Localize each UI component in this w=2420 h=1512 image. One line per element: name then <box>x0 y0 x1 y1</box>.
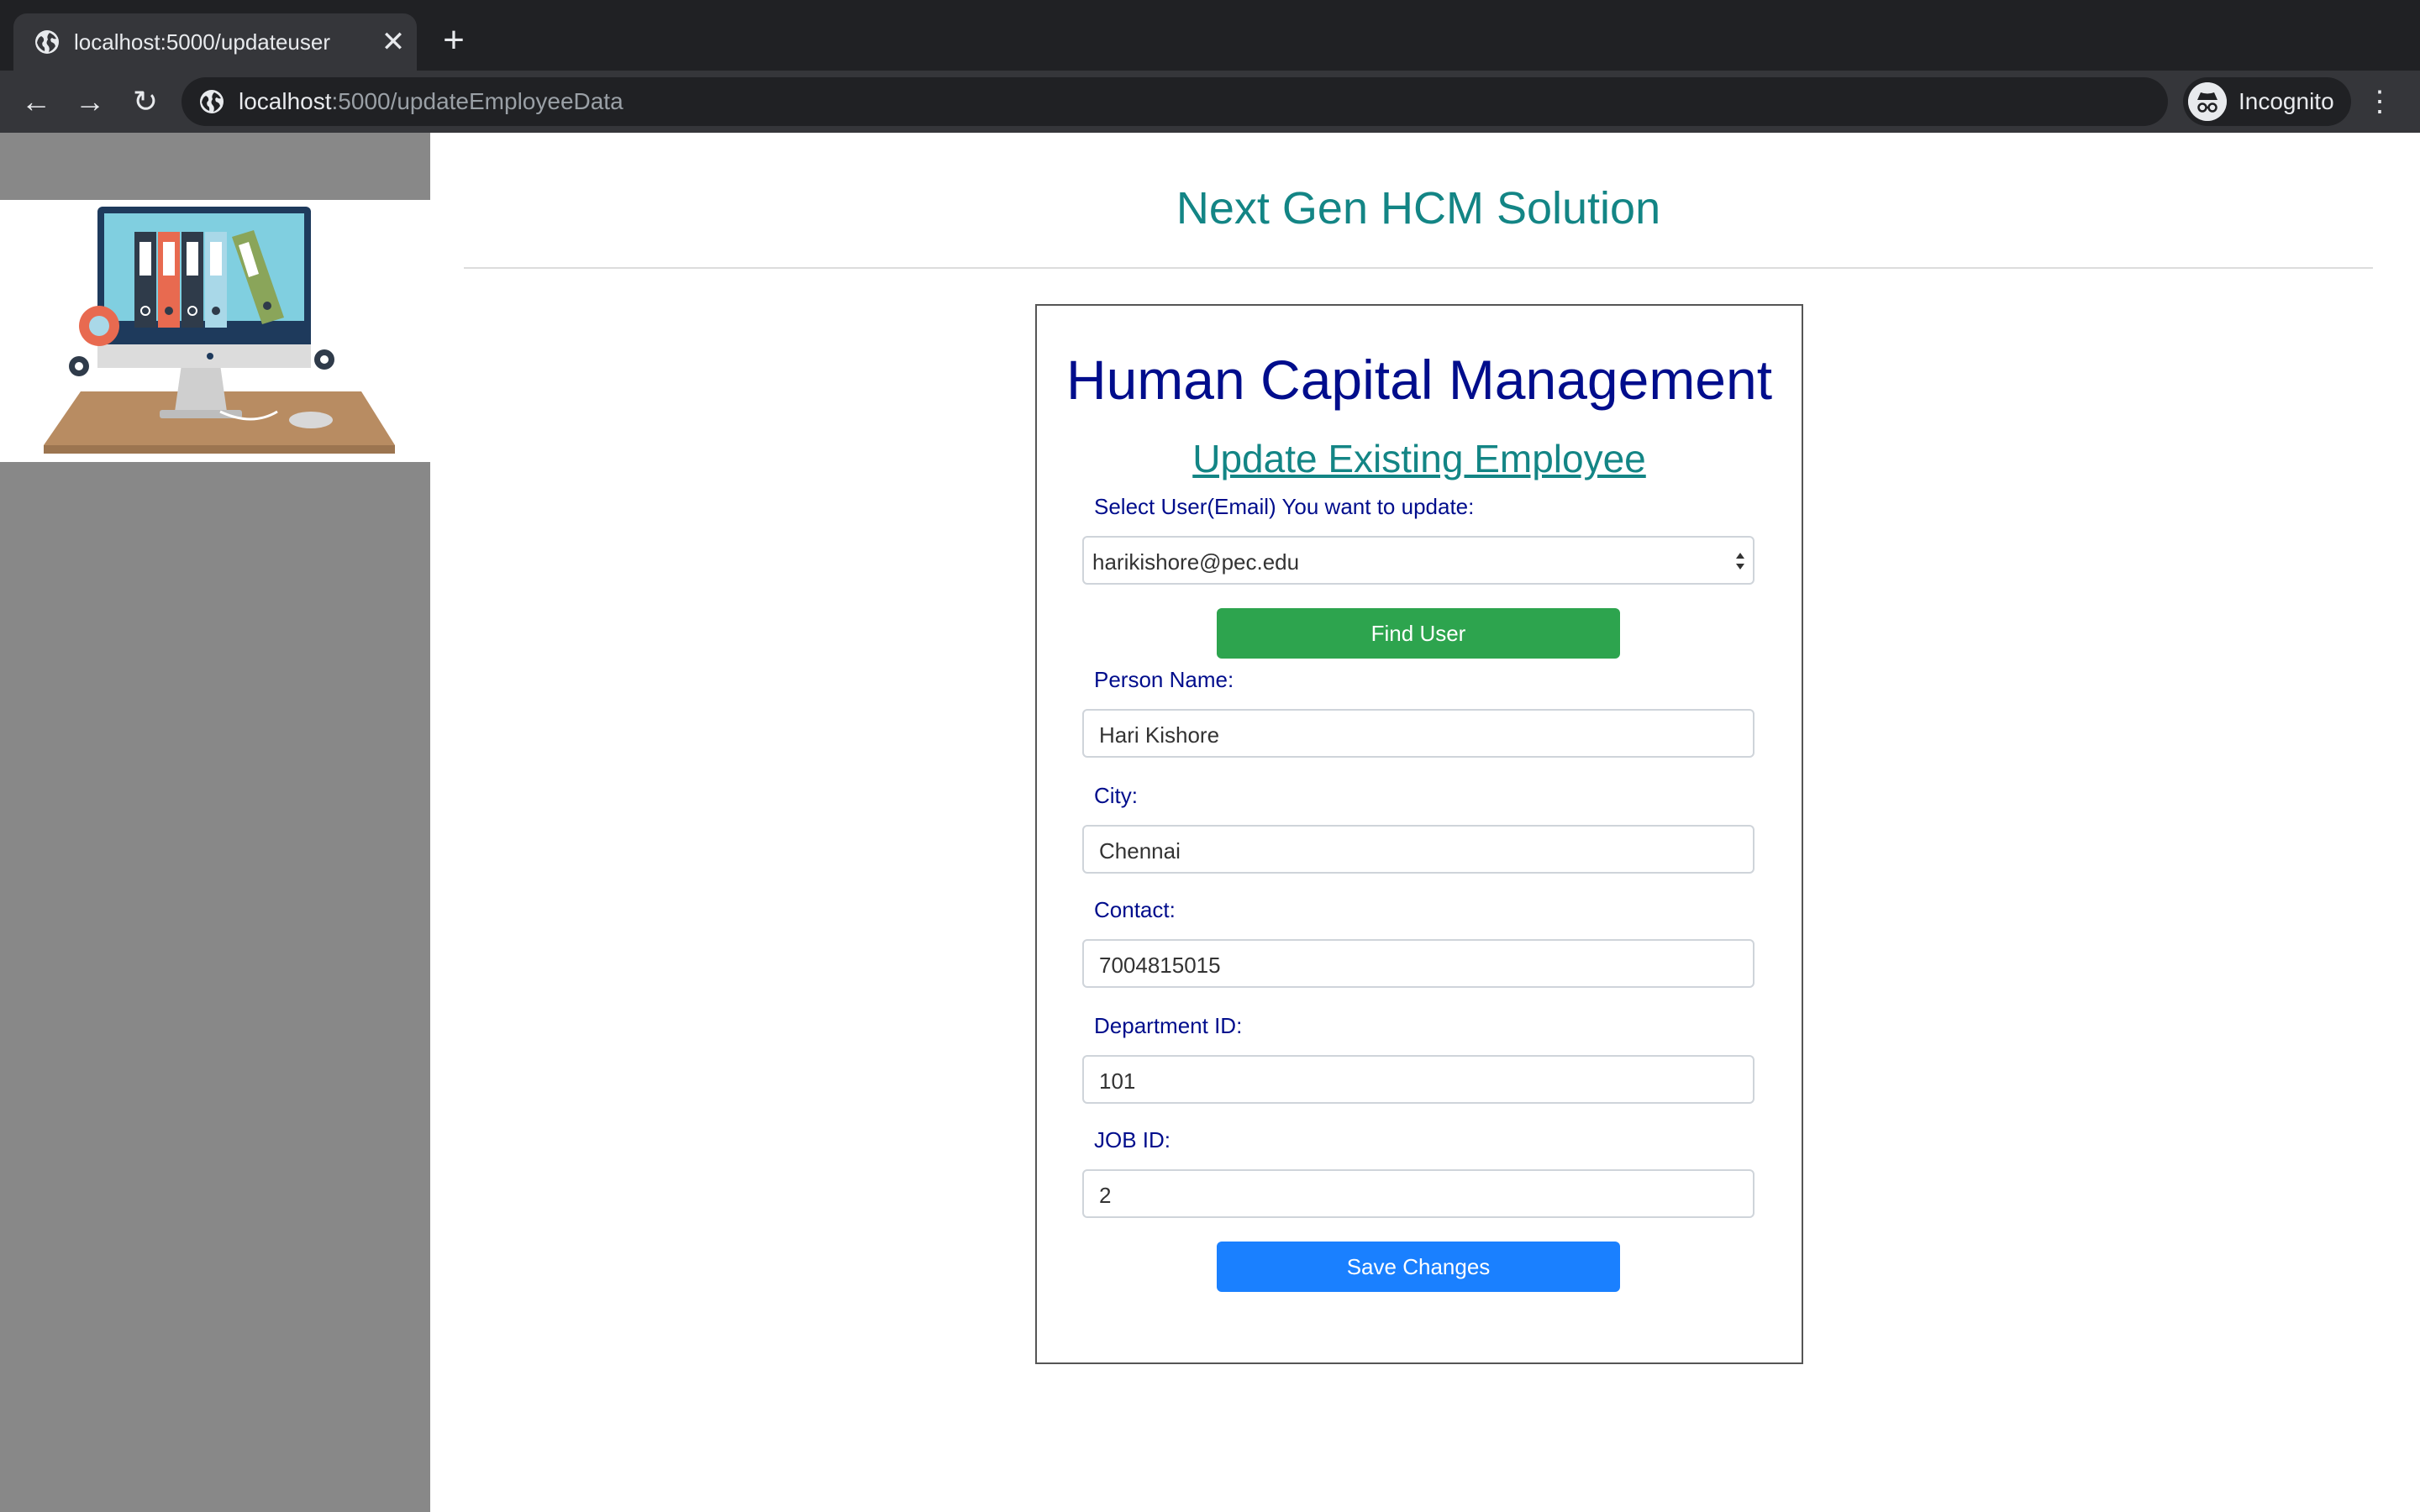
divider <box>464 267 2373 269</box>
form-heading: Human Capital Management <box>1065 349 1773 411</box>
forward-arrow-icon[interactable]: → <box>71 82 109 121</box>
new-tab-icon[interactable]: + <box>435 22 472 59</box>
tab-title: localhost:5000/updateuser <box>74 29 331 55</box>
city-label: City: <box>1094 783 1138 808</box>
department-id-label: Department ID: <box>1094 1013 1243 1038</box>
url-host: localhost <box>239 88 332 114</box>
find-user-button[interactable]: Find User <box>1217 608 1620 659</box>
tab-bar: localhost:5000/updateuser ✕ + <box>0 0 2420 71</box>
selected-email: harikishore@pec.edu <box>1092 549 1300 575</box>
computer-illustration <box>44 207 395 454</box>
department-id-value: 101 <box>1099 1068 1136 1094</box>
site-title: Next Gen HCM Solution <box>1176 183 1661 234</box>
address-bar[interactable]: localhost:5000/updateEmployeeData <box>182 77 2168 126</box>
reload-icon[interactable]: ↻ <box>126 82 165 121</box>
incognito-badge[interactable]: Incognito <box>2183 77 2351 126</box>
contact-value: 7004815015 <box>1099 953 1221 978</box>
city-input[interactable]: Chennai <box>1082 825 1754 874</box>
contact-label: Contact: <box>1094 897 1176 922</box>
update-employee-form: Human Capital Management Update Existing… <box>1035 304 1803 1364</box>
url-path: :5000/updateEmployeeData <box>331 88 623 114</box>
site-info-icon[interactable] <box>198 88 225 115</box>
contact-input[interactable]: 7004815015 <box>1082 939 1754 988</box>
incognito-icon <box>2188 82 2227 121</box>
job-id-label: JOB ID: <box>1094 1127 1171 1152</box>
back-arrow-icon[interactable]: ← <box>17 82 55 121</box>
form-subheading[interactable]: Update Existing Employee <box>1037 432 1802 486</box>
job-id-value: 2 <box>1099 1183 1112 1208</box>
email-select[interactable]: harikishore@pec.edu <box>1082 536 1754 585</box>
logo <box>0 200 430 462</box>
url-text[interactable]: localhost:5000/updateEmployeeData <box>239 88 623 115</box>
person-name-input[interactable]: Hari Kishore <box>1082 709 1754 758</box>
menu-kebab-icon[interactable]: ⋮ <box>2363 82 2396 121</box>
tab-close-icon[interactable]: ✕ <box>376 25 410 59</box>
save-changes-button[interactable]: Save Changes <box>1217 1242 1620 1292</box>
person-name-label: Person Name: <box>1094 667 1234 692</box>
browser-toolbar: ← → ↻ localhost:5000/updateEmployeeData … <box>0 71 2420 133</box>
select-arrows-icon <box>1736 553 1744 570</box>
person-name-value: Hari Kishore <box>1099 722 1220 748</box>
browser-tab[interactable]: localhost:5000/updateuser ✕ <box>13 13 417 71</box>
incognito-label: Incognito <box>2238 88 2334 114</box>
job-id-input[interactable]: 2 <box>1082 1169 1754 1218</box>
globe-icon <box>35 30 59 54</box>
department-id-input[interactable]: 101 <box>1082 1055 1754 1104</box>
select-user-label: Select User(Email) You want to update: <box>1094 494 1475 519</box>
browser-chrome: localhost:5000/updateuser ✕ + ← → ↻ loca… <box>0 0 2420 133</box>
city-value: Chennai <box>1099 838 1181 864</box>
sidebar <box>0 133 430 1512</box>
